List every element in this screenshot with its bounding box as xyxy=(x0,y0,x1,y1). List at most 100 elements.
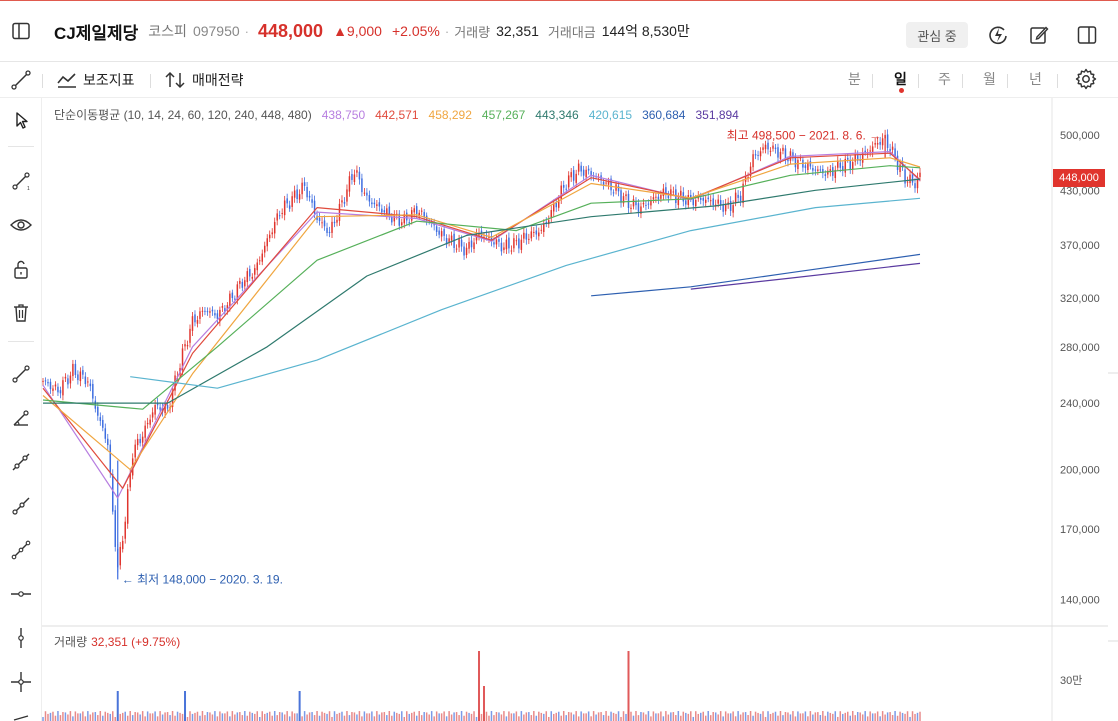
volume-bar xyxy=(465,711,468,721)
volume-bar xyxy=(565,715,567,721)
candle-body xyxy=(263,245,266,253)
volume-bar xyxy=(675,715,677,721)
unlock-icon[interactable] xyxy=(8,256,34,282)
volume-bar xyxy=(670,712,672,721)
indicators-label: 보조지표 xyxy=(83,72,135,88)
strategy-button[interactable]: 매매전략 xyxy=(164,68,244,92)
extended-line-tool-icon[interactable] xyxy=(8,449,34,475)
candle-body xyxy=(734,192,737,204)
volume-bar xyxy=(687,713,690,721)
trash-icon[interactable] xyxy=(8,300,34,326)
volume-bar xyxy=(318,715,321,721)
period-minute-tab[interactable]: 분 xyxy=(848,69,861,89)
candle-body xyxy=(846,157,849,160)
volume-bar xyxy=(884,714,886,721)
volume-bar xyxy=(896,715,899,721)
candle-body xyxy=(278,215,281,217)
candle-body xyxy=(109,444,112,474)
volume-bar xyxy=(513,713,515,721)
panel-toggle-icon[interactable] xyxy=(1073,21,1101,49)
volume-bar xyxy=(677,711,680,721)
candle-body xyxy=(577,163,580,172)
candle-body xyxy=(246,271,249,283)
candle-body xyxy=(879,141,881,145)
lightning-icon[interactable] xyxy=(984,21,1012,49)
volume-bar xyxy=(343,715,346,721)
candle-body xyxy=(196,319,199,324)
watch-button[interactable]: 관심 중 xyxy=(906,22,968,48)
period-year-tab[interactable]: 년 xyxy=(1029,69,1042,89)
volume-bar xyxy=(59,715,62,721)
volume-bar xyxy=(406,711,408,721)
multi-point-line-tool-icon[interactable] xyxy=(8,537,34,563)
edit-icon[interactable] xyxy=(1025,21,1053,49)
crosshair-line-tool-icon[interactable] xyxy=(8,669,34,695)
volume-spike-bar xyxy=(627,651,630,721)
volume-bar xyxy=(759,713,762,721)
volume-spike-bar xyxy=(482,686,485,721)
strategy-arrows-icon xyxy=(165,71,185,89)
candle-body xyxy=(642,202,645,205)
volume-bar xyxy=(460,711,463,721)
volume-bar xyxy=(712,712,714,721)
candle-body xyxy=(680,190,682,196)
volume-bar xyxy=(54,715,57,721)
volume-bar xyxy=(114,716,117,721)
indicator-chart-icon xyxy=(57,73,76,88)
volume-spike-bar xyxy=(298,691,301,721)
candle-body xyxy=(139,438,141,444)
price-change: ▲9,000 xyxy=(333,23,382,39)
trend-line-tool-icon[interactable]: 1 xyxy=(8,168,34,194)
candle-body xyxy=(876,143,879,145)
period-day-tab[interactable]: 일 xyxy=(894,69,907,89)
volume-bar xyxy=(657,713,660,721)
candle-body xyxy=(251,276,254,279)
eye-visibility-icon[interactable] xyxy=(8,212,34,238)
volume-bar xyxy=(89,714,92,721)
volume-bar xyxy=(94,712,97,721)
cursor-arrow-icon[interactable] xyxy=(8,107,34,133)
volume-bar xyxy=(131,715,134,721)
horizontal-line-tool-icon[interactable] xyxy=(8,581,34,607)
volume-bar xyxy=(729,713,732,721)
drawing-line-icon[interactable] xyxy=(10,68,32,92)
line-tool-icon[interactable] xyxy=(8,361,34,387)
volume-bar xyxy=(244,711,246,721)
angle-line-tool-icon[interactable] xyxy=(8,405,34,431)
separator-dot: · xyxy=(244,23,249,39)
volume-bar xyxy=(617,711,620,721)
candle-body xyxy=(64,376,67,379)
volume-bar xyxy=(308,712,311,721)
volume-bar xyxy=(254,713,256,721)
ray-line-tool-icon[interactable] xyxy=(8,493,34,519)
candle-body xyxy=(146,422,149,425)
volume-bar xyxy=(685,712,687,721)
settings-gear-icon[interactable] xyxy=(1075,67,1097,91)
indicators-button[interactable]: 보조지표 xyxy=(56,68,135,92)
period-week-tab[interactable]: 주 xyxy=(938,69,951,89)
volume-bar xyxy=(303,711,306,721)
more-tools-icon[interactable] xyxy=(8,707,34,721)
candle-body xyxy=(423,212,425,217)
candle-body xyxy=(493,242,495,245)
candle-body xyxy=(376,204,378,206)
volume-bar xyxy=(69,711,72,721)
volume-bar xyxy=(754,711,757,721)
volume-bar xyxy=(316,711,318,721)
volume-bar xyxy=(789,714,792,721)
sidebar-toggle-icon[interactable] xyxy=(0,10,42,52)
price-chart[interactable]: 500,000 430,000 370,000 320,000 280,000 240,0… xyxy=(42,98,1118,721)
period-month-tab[interactable]: 월 xyxy=(983,69,996,89)
volume-bar xyxy=(919,711,921,721)
candle-body xyxy=(450,235,453,241)
volume-bar xyxy=(595,714,597,721)
candle-body xyxy=(298,194,301,200)
volume-bar xyxy=(662,716,665,721)
candle-body xyxy=(886,134,889,148)
candle-body xyxy=(378,202,381,207)
volume-bar xyxy=(189,711,191,721)
candle-body xyxy=(672,191,675,193)
vertical-line-tool-icon[interactable] xyxy=(8,625,34,651)
candle-body xyxy=(401,222,403,226)
volume-bar xyxy=(401,711,403,721)
